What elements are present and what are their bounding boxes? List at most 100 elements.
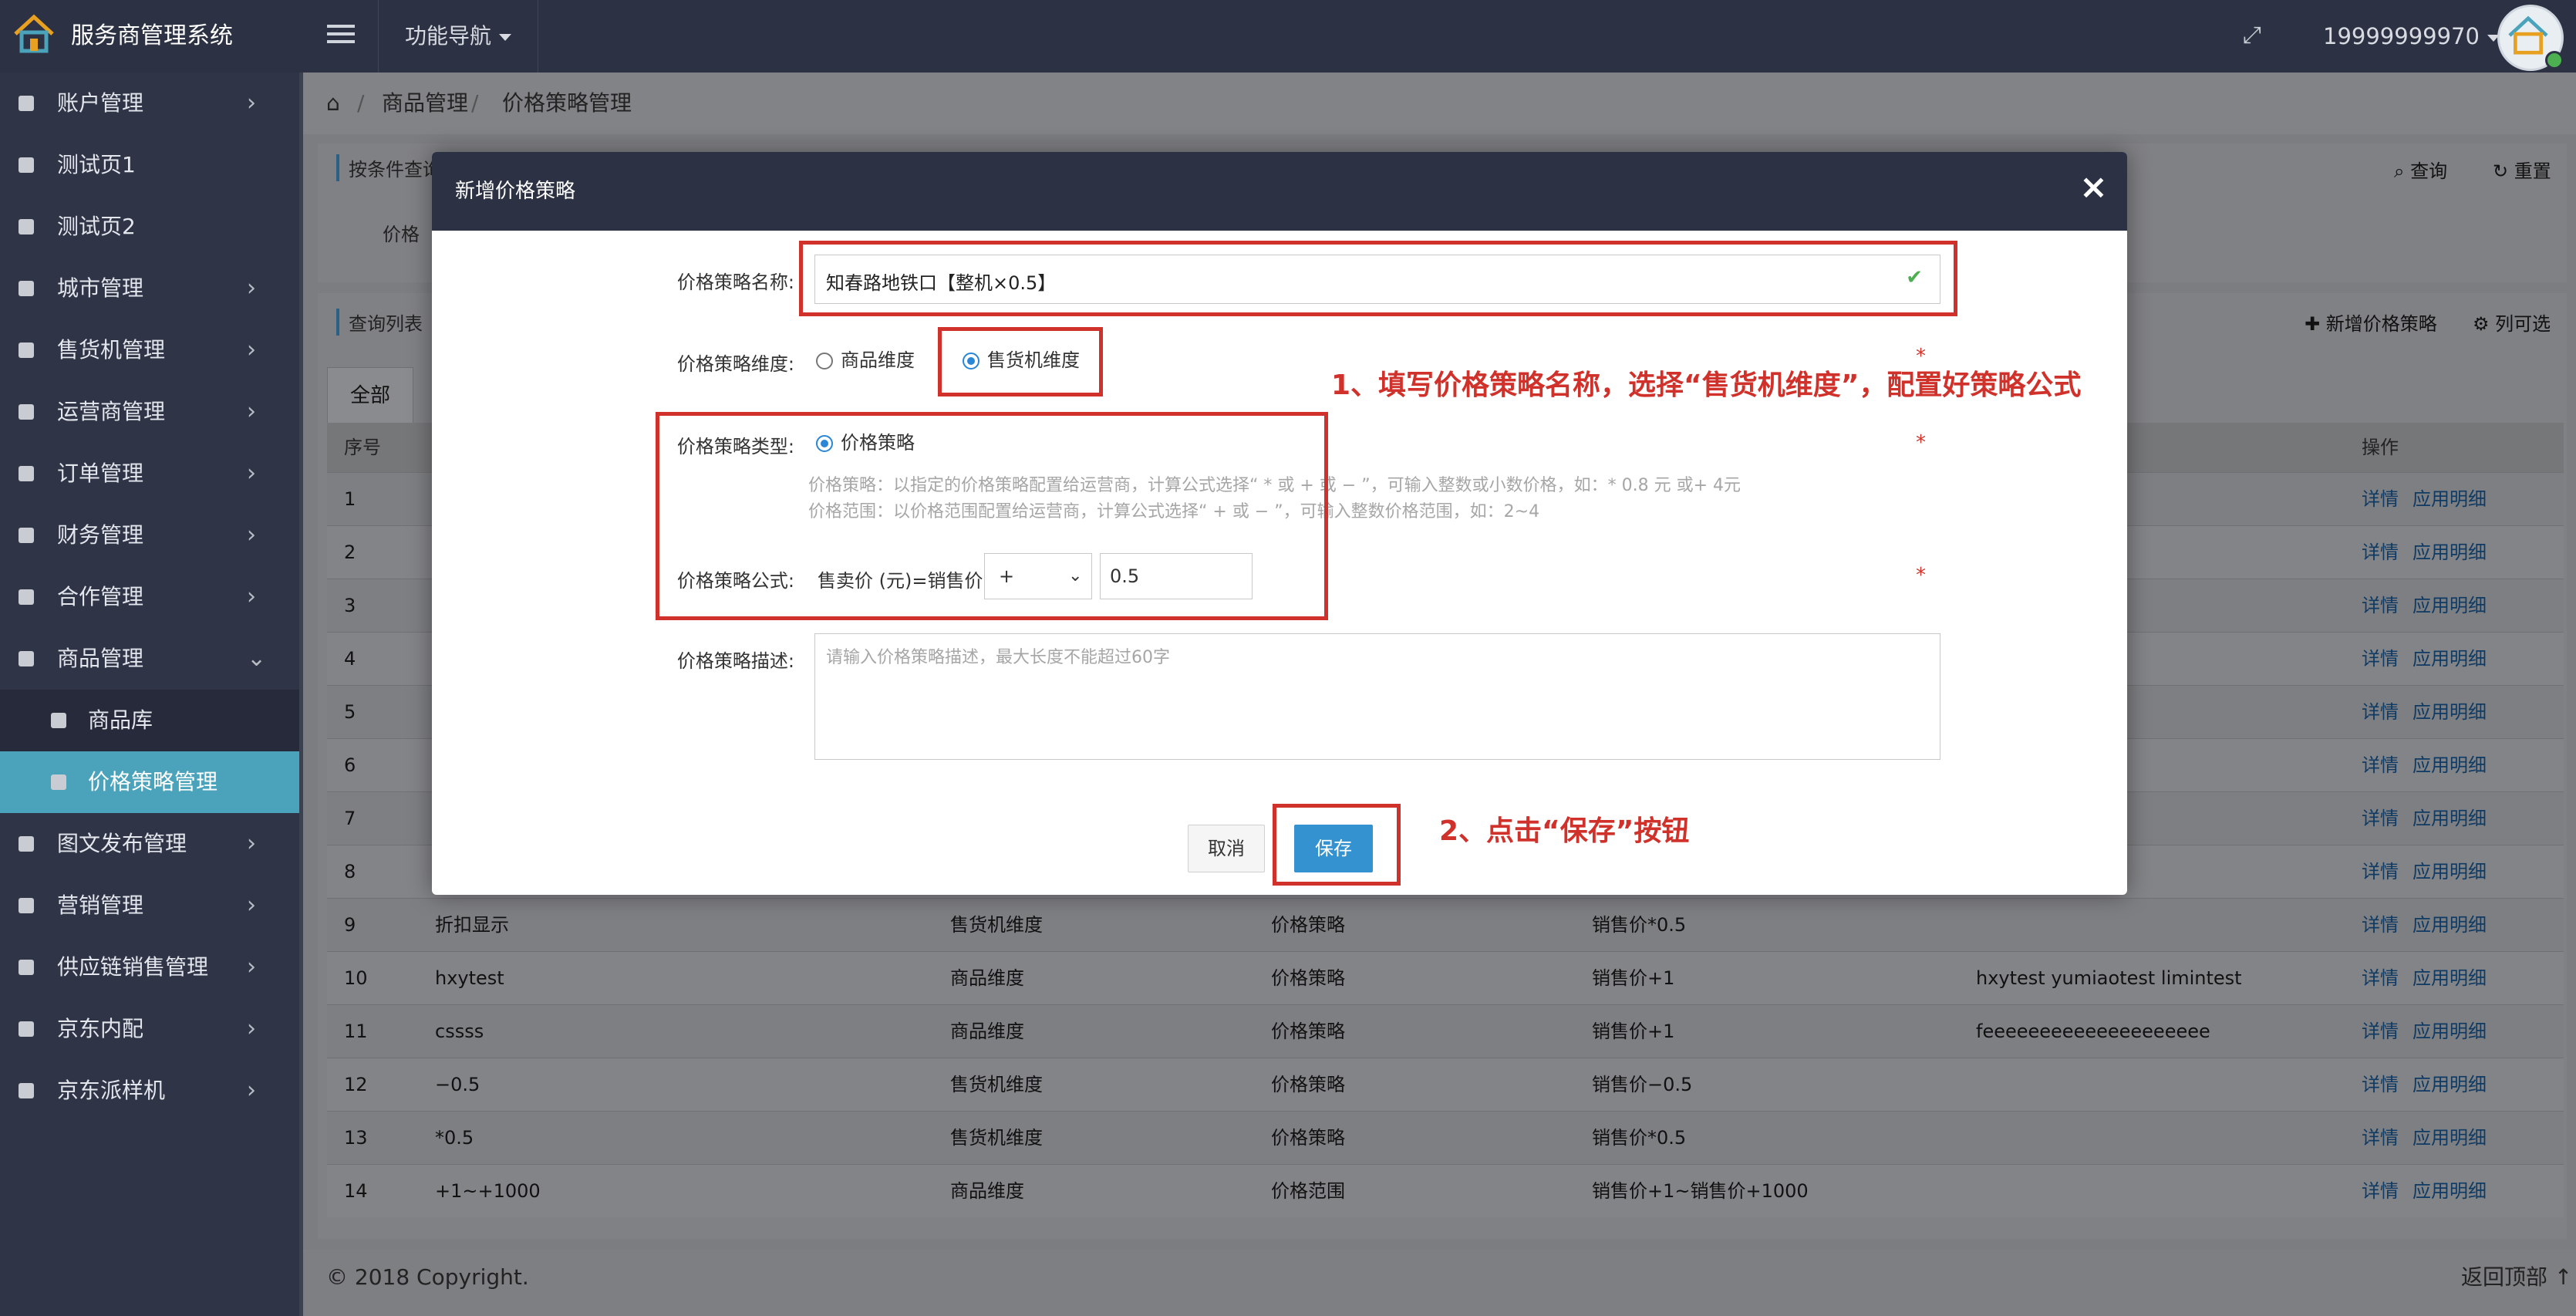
apply-detail-link[interactable]: 应用明细 — [2412, 1180, 2487, 1202]
detail-link[interactable]: 详情 — [2362, 1180, 2399, 1202]
row-type: 价格策略 — [1271, 1127, 1345, 1149]
row-actions: 详情 应用明细 — [2362, 686, 2500, 738]
highlight-dimension-box — [938, 327, 1103, 396]
close-icon[interactable]: × — [2079, 167, 2108, 207]
sidebar-item-supply-chain[interactable]: 供应链销售管理 › — [0, 936, 299, 998]
chevron-right-icon: › — [247, 892, 256, 919]
reset-button[interactable]: ↻ 重置 — [2493, 156, 2551, 183]
chevron-right-icon: › — [247, 336, 256, 363]
square-bullet-icon — [19, 96, 34, 111]
sidebar-item-jd-sample[interactable]: 京东派样机 › — [0, 1060, 299, 1122]
sidebar-item-publish[interactable]: 图文发布管理 › — [0, 813, 299, 875]
row-description: feeeeeeeeeeeeeeeeeeee — [1976, 1021, 2210, 1042]
back-to-top-link[interactable]: 返回顶部 ↑ — [2461, 1250, 2572, 1305]
dialog-title: 新增价格策略 — [455, 180, 576, 203]
sidebar-item-goods[interactable]: 商品管理 ⌄ — [0, 628, 299, 690]
row-actions: 详情 应用明细 — [2362, 739, 2500, 791]
apply-detail-link[interactable]: 应用明细 — [2412, 1021, 2487, 1042]
tab-all[interactable]: 全部 — [327, 367, 413, 423]
detail-link[interactable]: 详情 — [2362, 542, 2399, 563]
user-menu[interactable]: 19999999970 — [2323, 0, 2500, 73]
sidebar-item-label: 商品管理 — [57, 646, 144, 671]
row-actions: 详情 应用明细 — [2362, 473, 2500, 525]
row-actions: 详情 应用明细 — [2362, 1005, 2500, 1058]
apply-detail-link[interactable]: 应用明细 — [2412, 542, 2487, 563]
square-bullet-icon — [19, 898, 34, 913]
apply-detail-link[interactable]: 应用明细 — [2412, 1074, 2487, 1095]
row-index: 3 — [344, 595, 356, 616]
col-actions-header: 操作 — [2362, 437, 2399, 458]
sidebar-item-goods-library[interactable]: 商品库 — [0, 690, 299, 751]
column-select-button[interactable]: ⚙ 列可选 — [2473, 309, 2551, 336]
required-mark: * — [1916, 564, 1926, 587]
cancel-button[interactable]: 取消 — [1188, 825, 1265, 872]
chevron-down-icon: ⌄ — [247, 645, 267, 672]
home-icon[interactable]: ⌂ — [326, 73, 340, 134]
row-actions: 详情 应用明细 — [2362, 1112, 2500, 1164]
sidebar-item-label: 测试页1 — [57, 152, 136, 177]
detail-link[interactable]: 详情 — [2362, 701, 2399, 723]
refresh-icon: ↻ — [2493, 160, 2514, 182]
table-row: 9 折扣显示 售货机维度 价格策略 销售价*0.5 详情 应用明细 — [327, 898, 2564, 951]
apply-detail-link[interactable]: 应用明细 — [2412, 648, 2487, 670]
detail-link[interactable]: 详情 — [2362, 861, 2399, 882]
detail-link[interactable]: 详情 — [2362, 808, 2399, 829]
radio-goods-dimension[interactable]: 商品维度 — [816, 349, 915, 372]
sidebar-item-city[interactable]: 城市管理 › — [0, 258, 299, 319]
sidebar-item-jd-internal[interactable]: 京东内配 › — [0, 998, 299, 1060]
apply-detail-link[interactable]: 应用明细 — [2412, 914, 2487, 936]
detail-link[interactable]: 详情 — [2362, 914, 2399, 936]
sidebar-item-operator[interactable]: 运营商管理 › — [0, 381, 299, 443]
apply-detail-link[interactable]: 应用明细 — [2412, 967, 2487, 989]
query-button[interactable]: ⌕ 查询 — [2394, 156, 2447, 183]
sidebar-item-marketing[interactable]: 营销管理 › — [0, 875, 299, 936]
search-icon: ⌕ — [2394, 160, 2411, 182]
row-index: 4 — [344, 648, 356, 670]
chevron-right-icon: › — [247, 275, 256, 302]
row-actions: 详情 应用明细 — [2362, 952, 2500, 1004]
square-bullet-icon — [19, 836, 34, 852]
row-type: 价格策略 — [1271, 914, 1345, 936]
apply-detail-link[interactable]: 应用明细 — [2412, 754, 2487, 776]
detail-link[interactable]: 详情 — [2362, 648, 2399, 670]
sidebar-item-label: 城市管理 — [57, 275, 144, 301]
detail-link[interactable]: 详情 — [2362, 488, 2399, 510]
sidebar-item-price-strategy[interactable]: 价格策略管理 — [0, 751, 299, 813]
sidebar-item-finance[interactable]: 财务管理 › — [0, 504, 299, 566]
row-index: 1 — [344, 488, 356, 510]
row-type: 价格策略 — [1271, 967, 1345, 989]
detail-link[interactable]: 详情 — [2362, 595, 2399, 616]
apply-detail-link[interactable]: 应用明细 — [2412, 595, 2487, 616]
row-dimension: 商品维度 — [950, 967, 1024, 989]
detail-link[interactable]: 详情 — [2362, 967, 2399, 989]
detail-link[interactable]: 详情 — [2362, 1021, 2399, 1042]
sidebar-item-vending[interactable]: 售货机管理 › — [0, 319, 299, 381]
square-bullet-icon — [19, 466, 34, 481]
apply-detail-link[interactable]: 应用明细 — [2412, 488, 2487, 510]
apply-detail-link[interactable]: 应用明细 — [2412, 701, 2487, 723]
sidebar-item-test1[interactable]: 测试页1 — [0, 134, 299, 196]
breadcrumb-item-goods[interactable]: 商品管理 — [382, 73, 468, 134]
detail-link[interactable]: 详情 — [2362, 1074, 2399, 1095]
detail-link[interactable]: 详情 — [2362, 754, 2399, 776]
chevron-right-icon: › — [247, 398, 256, 425]
description-textarea[interactable]: 请输入价格策略描述，最大长度不能超过60字 — [814, 633, 1940, 760]
sidebar-item-orders[interactable]: 订单管理 › — [0, 443, 299, 504]
apply-detail-link[interactable]: 应用明细 — [2412, 808, 2487, 829]
app-title: 服务商管理系统 — [71, 22, 233, 49]
detail-link[interactable]: 详情 — [2362, 1127, 2399, 1149]
sidebar-item-account[interactable]: 账户管理 › — [0, 73, 299, 134]
row-dimension: 商品维度 — [950, 1021, 1024, 1042]
function-nav-dropdown[interactable]: 功能导航 — [378, 0, 539, 73]
row-actions: 详情 应用明细 — [2362, 579, 2500, 632]
fullscreen-icon[interactable]: ⤢ — [2243, 22, 2261, 49]
sidebar-item-cooperation[interactable]: 合作管理 › — [0, 566, 299, 628]
apply-detail-link[interactable]: 应用明细 — [2412, 1127, 2487, 1149]
sidebar-item-test2[interactable]: 测试页2 — [0, 196, 299, 258]
add-price-strategy-button[interactable]: ✚ 新增价格策略 — [2305, 309, 2437, 336]
annotation-step2: 2、点击“保存”按钮 — [1439, 815, 1690, 847]
dimension-label: 价格策略维度: — [676, 353, 794, 375]
menu-toggle-icon[interactable] — [327, 20, 355, 51]
dialog-header: 新增价格策略 × — [432, 152, 2127, 231]
apply-detail-link[interactable]: 应用明细 — [2412, 861, 2487, 882]
